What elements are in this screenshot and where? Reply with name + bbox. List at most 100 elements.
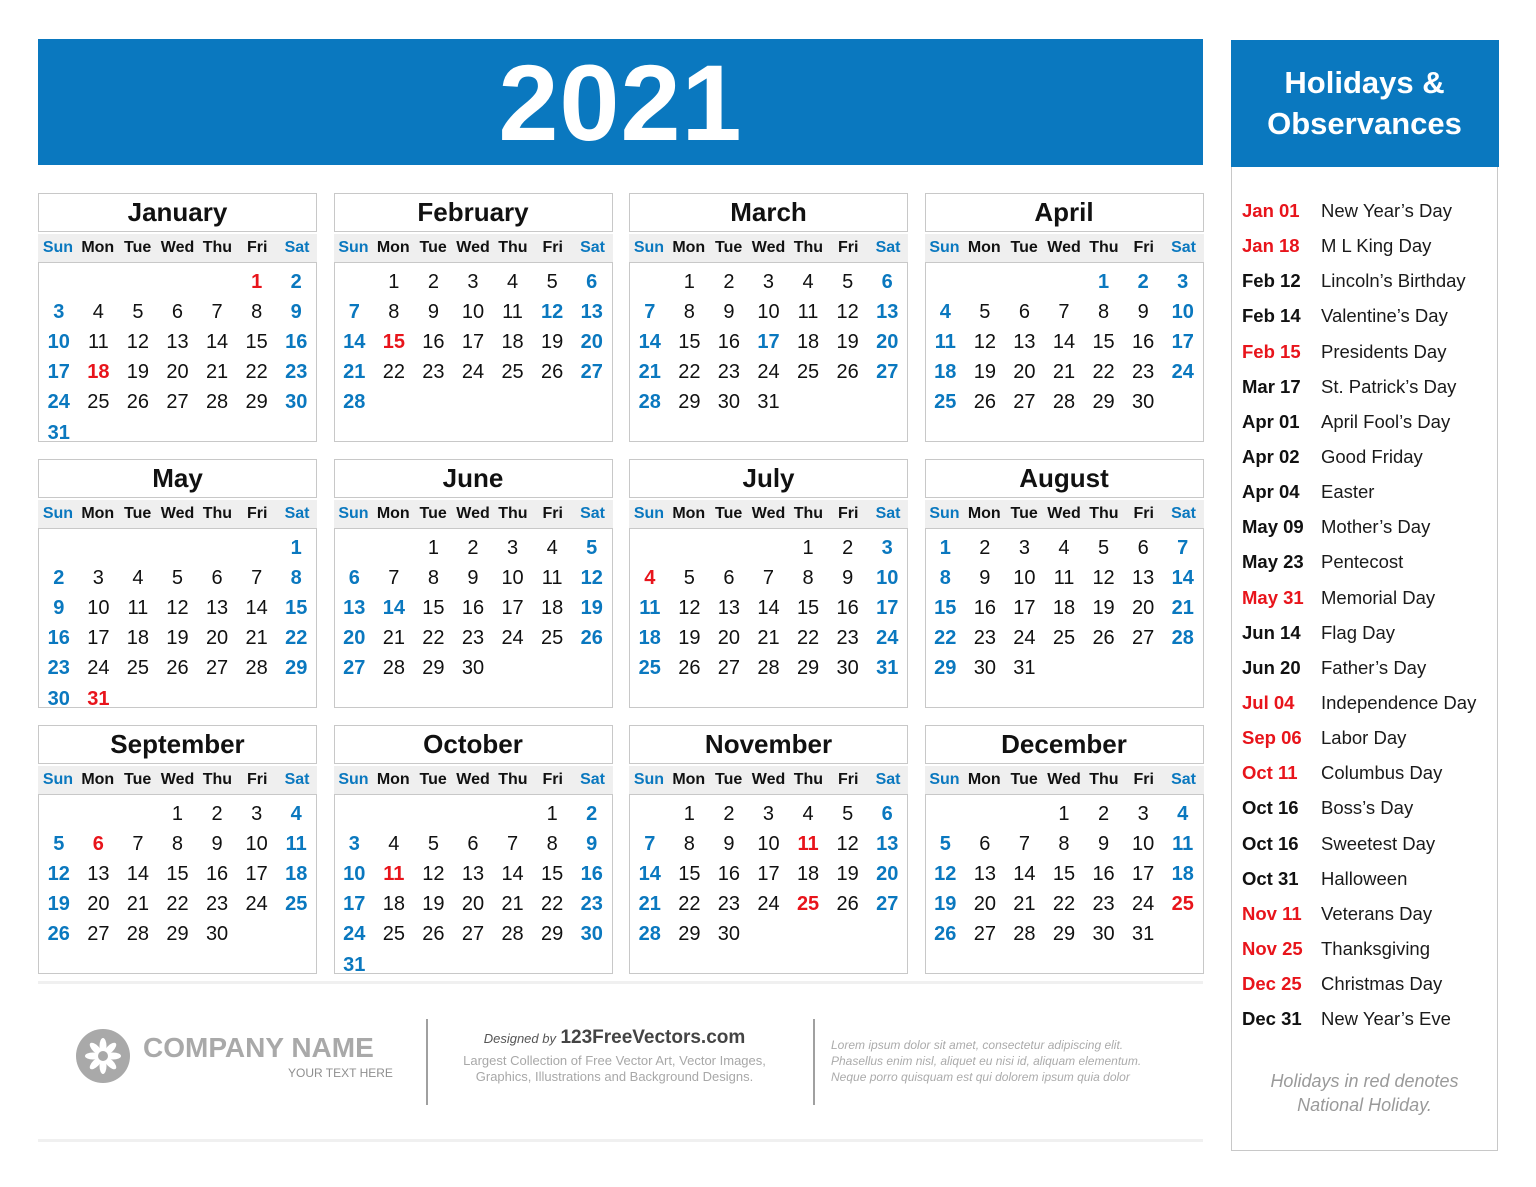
day-cell: 17 <box>245 862 268 885</box>
day-cell: 23 <box>205 893 229 916</box>
month-title: January <box>38 193 317 232</box>
day-cell: 18 <box>382 893 405 916</box>
holiday-item: Feb 14 Valentine’s Day <box>1242 299 1497 334</box>
day-cell: 12 <box>678 596 701 619</box>
day-cell: 29 <box>285 657 308 680</box>
day-cell: 15 <box>422 596 445 619</box>
note-line2: National Holiday. <box>1297 1095 1432 1115</box>
weekday-label: Mon <box>967 505 1001 522</box>
day-cell: 29 <box>678 923 701 946</box>
day-cell: 21 <box>1013 893 1036 916</box>
holiday-item: Mar 17 St. Patrick’s Day <box>1242 369 1497 404</box>
day-cell: 14 <box>205 330 229 353</box>
day-cell: 31 <box>343 953 366 976</box>
day-cell: 8 <box>939 566 951 589</box>
weekday-label: Wed <box>1047 239 1081 256</box>
day-cell: 18 <box>501 330 524 353</box>
day-cell: 31 <box>1132 923 1155 946</box>
holiday-date: Jun 14 <box>1242 621 1301 643</box>
weekday-label: Tue <box>1010 771 1038 788</box>
day-cell: 6 <box>92 832 104 855</box>
day-cell: 24 <box>87 657 110 680</box>
day-cell: 2 <box>290 270 302 293</box>
day-cell: 29 <box>934 657 957 680</box>
day-cell: 4 <box>507 270 519 293</box>
day-cell: 2 <box>427 270 439 293</box>
holiday-date: Dec 31 <box>1242 1008 1302 1030</box>
day-cell: 5 <box>132 300 144 323</box>
weekday-label: Sun <box>633 239 665 256</box>
day-cell: 10 <box>245 832 268 855</box>
weekday-label: Fri <box>542 771 563 788</box>
holiday-name: Lincoln’s Birthday <box>1321 270 1466 292</box>
day-cell: 17 <box>1013 596 1036 619</box>
day-cell: 3 <box>507 536 519 559</box>
day-cell: 19 <box>166 627 189 650</box>
holiday-name: Sweetest Day <box>1321 832 1436 854</box>
day-cell: 1 <box>1058 802 1070 825</box>
day-cell: 9 <box>53 596 65 619</box>
day-cell: 4 <box>388 832 400 855</box>
day-cell: 5 <box>979 300 991 323</box>
day-cell: 2 <box>467 536 479 559</box>
day-cell: 19 <box>126 361 150 384</box>
holiday-date: Feb 14 <box>1242 305 1301 327</box>
weekday-label: Fri <box>542 239 563 256</box>
days-grid: 1 2 3 4 5 6 7 8 9 10 11 12 13 14 15 16 17 18 19 20 21 22 23 24 2… <box>38 262 317 444</box>
day-cell: 26 <box>580 627 603 650</box>
weekday-label: Thu <box>793 505 824 522</box>
day-cell: 14 <box>638 862 661 885</box>
day-cell: 9 <box>723 300 735 323</box>
day-cell: 6 <box>586 270 598 293</box>
day-cell: 27 <box>717 657 741 680</box>
day-cell: 9 <box>723 832 735 855</box>
holiday-name: Boss’s Day <box>1321 797 1414 819</box>
day-cell: 25 <box>934 391 957 414</box>
weekday-label: Thu <box>202 239 233 256</box>
day-cell: 22 <box>934 627 957 650</box>
day-cell: 29 <box>245 391 268 414</box>
day-cell: 13 <box>717 596 741 619</box>
day-cell: 5 <box>427 832 439 855</box>
day-cell: 14 <box>382 596 405 619</box>
day-cell: 14 <box>126 862 150 885</box>
holiday-date: Mar 17 <box>1242 375 1301 397</box>
day-cell: 26 <box>47 923 70 946</box>
holiday-date: Jul 04 <box>1242 692 1295 714</box>
company-logo-icon <box>76 1029 130 1083</box>
day-cell: 7 <box>1177 536 1189 559</box>
weekday-label: Sun <box>338 771 369 788</box>
day-cell: 13 <box>166 330 189 353</box>
holiday-date: Nov 25 <box>1242 938 1303 960</box>
day-cell: 16 <box>461 596 485 619</box>
day-cell: 30 <box>717 391 741 414</box>
day-cell: 14 <box>638 330 661 353</box>
day-cell: 5 <box>842 270 854 293</box>
holiday-date: May 31 <box>1242 586 1304 608</box>
holiday-item: May 09 Mother’s Day <box>1242 510 1497 545</box>
day-cell: 4 <box>802 802 814 825</box>
weekday-label: Tue <box>124 505 152 522</box>
day-cell: 16 <box>422 330 445 353</box>
months-grid: January Sun Mon Tue Wed Thu Fri Sat 1 2 3 4 5 6 7 8 9 10 1… <box>38 193 1204 976</box>
day-cell: 12 <box>126 330 150 353</box>
day-cell: 1 <box>290 536 302 559</box>
holiday-name: Good Friday <box>1321 446 1423 468</box>
day-cell: 6 <box>171 300 184 323</box>
day-cell: 28 <box>638 391 661 414</box>
weekday-label: Fri <box>837 771 859 788</box>
designed-by-site: 123FreeVectors.com <box>560 1027 746 1048</box>
day-cell: 19 <box>836 862 859 885</box>
day-cell: 10 <box>343 862 366 885</box>
day-cell: 30 <box>836 657 859 680</box>
day-cell: 14 <box>1013 862 1036 885</box>
day-cell: 13 <box>876 832 899 855</box>
month-title: November <box>629 725 908 764</box>
day-cell: 3 <box>1177 270 1189 293</box>
day-cell: 31 <box>757 391 780 414</box>
day-cell: 27 <box>166 391 189 414</box>
day-cell: 2 <box>1137 270 1149 293</box>
day-cell: 6 <box>1018 300 1030 323</box>
day-cell: 18 <box>1171 862 1194 885</box>
weekday-label: Tue <box>1010 239 1038 256</box>
